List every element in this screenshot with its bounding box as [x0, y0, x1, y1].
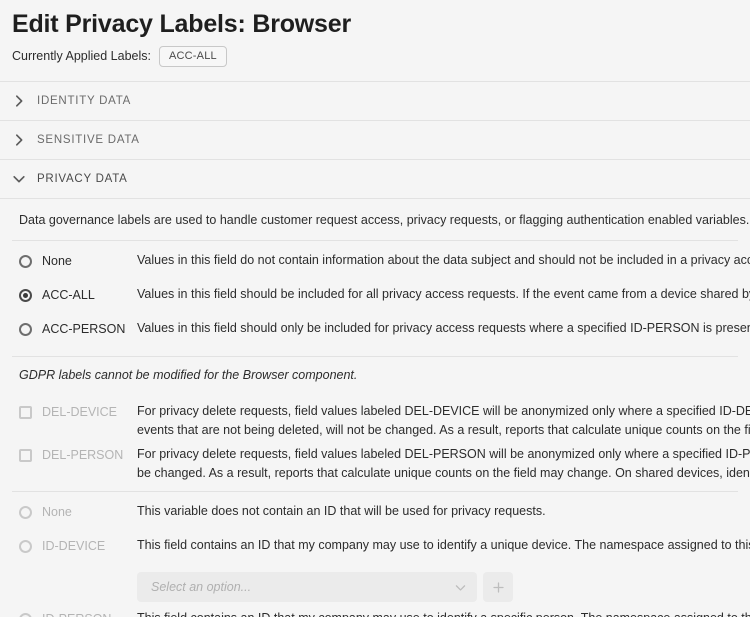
radio-icon	[19, 612, 32, 617]
access-option-acc-all-control[interactable]: ACC-ALL	[19, 285, 137, 305]
delete-label-checkbox-group: DEL-DEVICE For privacy delete requests, …	[0, 392, 750, 491]
id-option-none-description: This variable does not contain an ID tha…	[137, 504, 546, 519]
page-header: Edit Privacy Labels: Browser Currently A…	[0, 0, 750, 67]
id-option-id-device-control: ID-DEVICE	[19, 536, 137, 556]
currently-applied-labels-row: Currently Applied Labels: ACC-ALL	[12, 45, 738, 67]
access-option-none-control[interactable]: None	[19, 251, 137, 271]
privacy-data-intro-text: Data governance labels are used to handl…	[19, 213, 750, 227]
id-option-id-person-description: This field contains an ID that my compan…	[137, 609, 750, 617]
radio-icon[interactable]	[19, 254, 32, 268]
accordion-title-privacy-data: PRIVACY DATA	[37, 173, 128, 185]
description-line: For privacy delete requests, field value…	[137, 404, 750, 419]
access-option-acc-person[interactable]: ACC-PERSON Values in this field should o…	[0, 316, 750, 350]
edit-privacy-labels-page: Edit Privacy Labels: Browser Currently A…	[0, 0, 750, 617]
id-option-id-device-description: This field contains an ID that my compan…	[137, 538, 750, 553]
id-option-id-person-label: ID-PERSON	[42, 612, 111, 617]
access-option-acc-person-control[interactable]: ACC-PERSON	[19, 319, 137, 339]
access-option-acc-all-label: ACC-ALL	[42, 288, 95, 303]
currently-applied-labels-label: Currently Applied Labels:	[12, 49, 151, 63]
delete-option-del-person: DEL-PERSON For privacy delete requests, …	[0, 442, 750, 485]
checkbox-icon	[19, 405, 32, 419]
radio-icon-selected[interactable]	[19, 288, 32, 302]
accordion-header-sensitive-data[interactable]: SENSITIVE DATA	[0, 121, 750, 159]
delete-option-del-device-control: DEL-DEVICE	[19, 402, 137, 422]
chevron-down-icon	[455, 584, 466, 591]
applied-label-badge: ACC-ALL	[158, 45, 227, 67]
id-option-id-person-control: ID-PERSON	[19, 609, 137, 617]
delete-option-del-person-description: For privacy delete requests, field value…	[137, 445, 750, 482]
id-option-none-control: None	[19, 502, 137, 522]
id-option-id-person: ID-PERSON This field contains an ID that…	[0, 606, 750, 617]
access-option-acc-person-description: Values in this field should only be incl…	[137, 321, 750, 336]
id-device-namespace-placeholder: Select an option...	[151, 580, 252, 595]
accordion-header-privacy-data[interactable]: PRIVACY DATA	[0, 160, 750, 198]
access-option-none[interactable]: None Values in this field do not contain…	[0, 248, 750, 282]
access-option-none-description: Values in this field do not contain info…	[137, 253, 750, 268]
delete-option-del-device: DEL-DEVICE For privacy delete requests, …	[0, 399, 750, 442]
radio-icon	[19, 505, 32, 519]
description-line: For privacy delete requests, field value…	[137, 447, 750, 462]
id-device-add-namespace-button[interactable]	[483, 572, 513, 603]
accordion-body-privacy-data: Data governance labels are used to handl…	[0, 198, 750, 617]
accordion-title-identity-data: IDENTITY DATA	[37, 95, 132, 107]
radio-icon[interactable]	[19, 322, 32, 336]
id-device-namespace-select[interactable]: Select an option...	[137, 572, 477, 603]
description-line: be changed. As a result, reports that ca…	[137, 465, 750, 480]
radio-icon	[19, 539, 32, 553]
gdpr-note: GDPR labels cannot be modified for the B…	[19, 368, 358, 383]
page-title: Edit Privacy Labels: Browser	[12, 10, 351, 38]
delete-option-del-person-label: DEL-PERSON	[42, 448, 124, 463]
access-label-radio-group: None Values in this field do not contain…	[0, 241, 750, 356]
access-option-acc-all-description: Values in this field should be included …	[137, 287, 750, 302]
chevron-right-icon	[15, 134, 23, 146]
privacy-labels-accordion: IDENTITY DATA SENSITIVE DATA PRIVACY DAT…	[0, 81, 750, 617]
access-option-none-label: None	[42, 254, 72, 269]
id-option-none-label: None	[42, 505, 72, 520]
id-option-id-device-label: ID-DEVICE	[42, 539, 106, 554]
id-option-id-device: ID-DEVICE This field contains an ID that…	[0, 533, 750, 567]
accordion-section-privacy-data: PRIVACY DATA Data governance labels are …	[0, 159, 750, 617]
description-line: events that are not being deleted, will …	[137, 422, 750, 437]
checkbox-icon	[19, 448, 32, 462]
delete-option-del-person-control: DEL-PERSON	[19, 445, 137, 465]
accordion-title-sensitive-data: SENSITIVE DATA	[37, 134, 140, 146]
plus-icon	[492, 582, 504, 593]
accordion-section-identity-data: IDENTITY DATA	[0, 81, 750, 120]
accordion-section-sensitive-data: SENSITIVE DATA	[0, 120, 750, 159]
access-option-acc-person-label: ACC-PERSON	[42, 322, 126, 337]
id-device-namespace-row: Select an option...	[0, 567, 750, 606]
id-option-none: None This variable does not contain an I…	[0, 499, 750, 533]
delete-option-del-device-description: For privacy delete requests, field value…	[137, 402, 750, 439]
access-option-acc-all[interactable]: ACC-ALL Values in this field should be i…	[0, 282, 750, 316]
id-label-radio-group: None This variable does not contain an I…	[0, 492, 750, 617]
accordion-header-identity-data[interactable]: IDENTITY DATA	[0, 82, 750, 120]
chevron-down-icon	[13, 175, 25, 183]
chevron-right-icon	[15, 95, 23, 107]
delete-option-del-device-label: DEL-DEVICE	[42, 405, 118, 420]
